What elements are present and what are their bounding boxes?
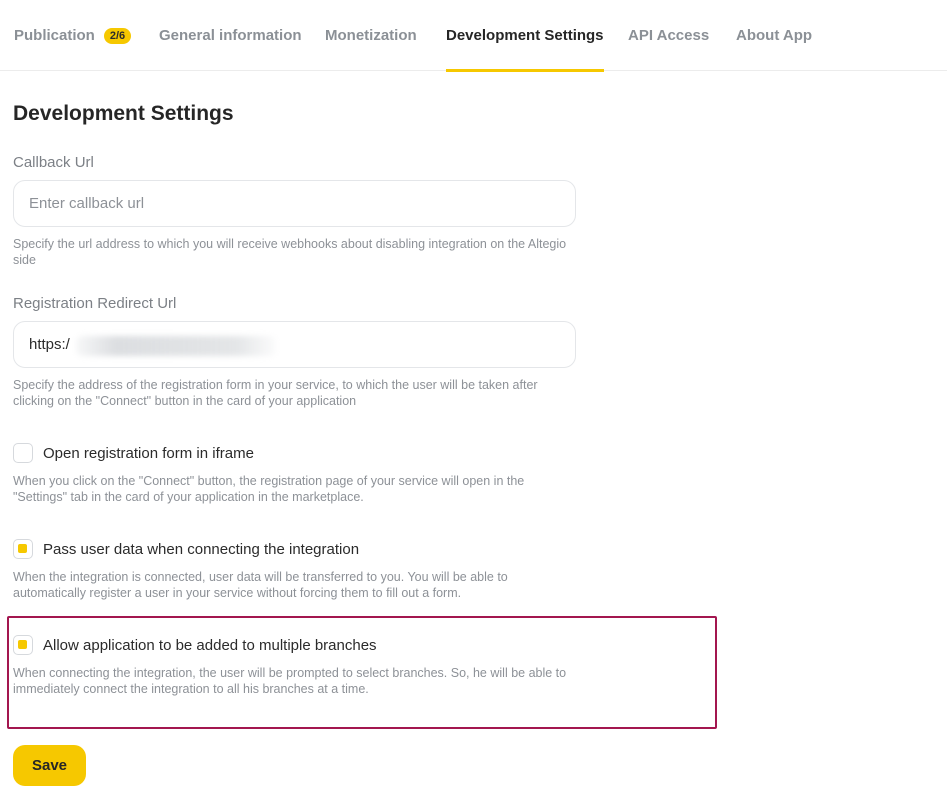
tab-general-information[interactable]: General information <box>159 0 302 71</box>
publication-progress-badge: 2/6 <box>103 27 132 44</box>
tab-general-information-label: General information <box>159 27 302 44</box>
callback-url-label: Callback Url <box>13 154 94 171</box>
multiple-branches-option[interactable]: Allow application to be added to multipl… <box>13 635 377 655</box>
multiple-branches-checkbox[interactable] <box>13 635 33 655</box>
registration-redirect-url-hint: Specify the address of the registration … <box>13 378 538 408</box>
tab-about-app-label: About App <box>736 27 813 44</box>
tabs-bar: Publication 2/6 General information Mone… <box>0 0 947 72</box>
iframe-option-label: Open registration form in iframe <box>43 444 254 462</box>
redacted-url-blur <box>76 336 276 356</box>
pass-user-data-option-hint: When the integration is connected, user … <box>13 570 508 600</box>
callback-url-hint: Specify the url address to which you wil… <box>13 237 567 267</box>
tab-publication[interactable]: Publication 2/6 <box>14 0 132 71</box>
tab-about-app[interactable]: About App <box>736 0 812 71</box>
save-button[interactable]: Save <box>13 745 86 786</box>
tab-publication-label: Publication <box>14 27 95 44</box>
pass-user-data-option[interactable]: Pass user data when connecting the integ… <box>13 539 359 559</box>
multiple-branches-option-hint: When connecting the integration, the use… <box>13 666 567 696</box>
iframe-checkbox[interactable] <box>13 443 33 463</box>
registration-redirect-url-label: Registration Redirect Url <box>13 295 177 312</box>
multiple-branches-option-label: Allow application to be added to multipl… <box>43 636 377 654</box>
tab-development-settings[interactable]: Development Settings <box>446 0 604 72</box>
pass-user-data-checkbox[interactable] <box>13 539 33 559</box>
iframe-option[interactable]: Open registration form in iframe <box>13 443 254 463</box>
callback-url-input[interactable] <box>13 180 576 227</box>
tab-api-access-label: API Access <box>628 27 710 44</box>
iframe-option-hint: When you click on the "Connect" button, … <box>13 474 525 504</box>
tab-api-access[interactable]: API Access <box>628 0 709 71</box>
tab-development-settings-label: Development Settings <box>446 27 604 44</box>
page-title: Development Settings <box>13 102 234 125</box>
tab-monetization-label: Monetization <box>325 27 417 44</box>
tab-monetization[interactable]: Monetization <box>325 0 417 71</box>
pass-user-data-option-label: Pass user data when connecting the integ… <box>43 540 360 558</box>
